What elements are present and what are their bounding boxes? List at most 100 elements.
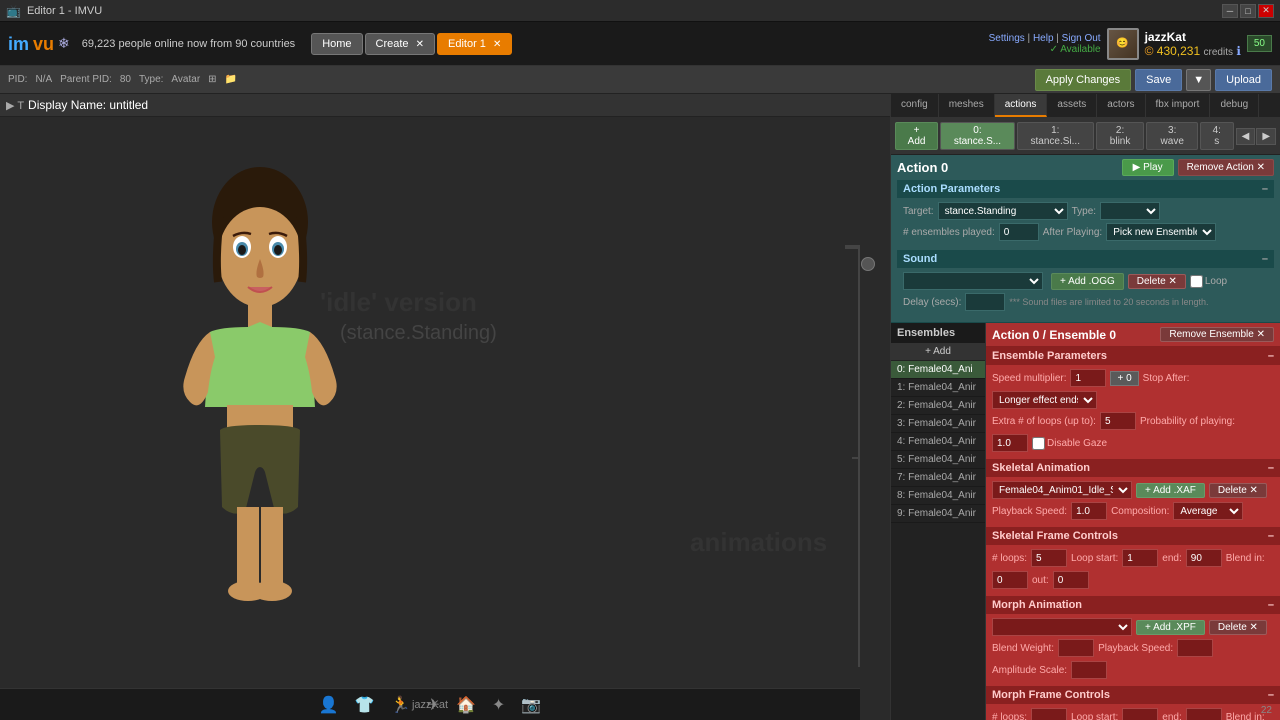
collapse-action-params[interactable]: – xyxy=(1262,183,1268,195)
ensemble-item-2[interactable]: 2: Female04_Anir xyxy=(891,397,985,415)
copy-icon[interactable]: ⊞ xyxy=(208,74,216,85)
settings-link[interactable]: Settings xyxy=(989,33,1025,44)
action-tab-3[interactable]: 3: wave xyxy=(1146,122,1197,150)
maximize-button[interactable]: □ xyxy=(1240,4,1256,18)
ensemble-item-0[interactable]: 0: Female04_Ani xyxy=(891,361,985,379)
folder-icon[interactable]: 📁 xyxy=(225,74,237,85)
amplitude-input[interactable] xyxy=(1071,661,1107,679)
delete-xaf-button[interactable]: Delete ✕ xyxy=(1209,483,1267,498)
help-link[interactable]: Help xyxy=(1033,33,1054,44)
collapse-morph-frame[interactable]: – xyxy=(1268,689,1274,701)
remove-action-button[interactable]: Remove Action ✕ xyxy=(1178,159,1274,176)
add-action-button[interactable]: + Add xyxy=(895,122,938,150)
morph-loop-start-input[interactable] xyxy=(1122,708,1158,720)
end-input[interactable] xyxy=(1186,549,1222,567)
skeletal-file-select[interactable]: Female04_Anim01_Idle_StandingNeutral xyxy=(992,481,1132,499)
blend-weight-input[interactable] xyxy=(1058,639,1094,657)
upload-button[interactable]: Upload xyxy=(1215,69,1272,91)
tab-meshes[interactable]: meshes xyxy=(939,94,995,117)
target-select[interactable]: stance.Standing xyxy=(938,202,1068,220)
delete-xpf-button[interactable]: Delete ✕ xyxy=(1209,620,1267,635)
collapse-ensemble-params[interactable]: – xyxy=(1268,350,1274,362)
stop-after-select[interactable]: Longer effect ends xyxy=(992,391,1097,409)
minimize-button[interactable]: ─ xyxy=(1222,4,1238,18)
ensemble-item-7[interactable]: 8: Female04_Anir xyxy=(891,487,985,505)
action-tab-1[interactable]: 1: stance.Si... xyxy=(1017,122,1094,150)
loop-checkbox[interactable] xyxy=(1190,275,1203,288)
ensemble-item-3[interactable]: 3: Female04_Anir xyxy=(891,415,985,433)
speed-mult-input[interactable] xyxy=(1070,369,1106,387)
play-button[interactable]: ▶ Play xyxy=(1122,159,1174,176)
morph-playback-input[interactable] xyxy=(1177,639,1213,657)
save-button[interactable]: Save xyxy=(1135,69,1182,91)
collapse-sound[interactable]: – xyxy=(1262,253,1268,265)
blend-in-input[interactable] xyxy=(992,571,1028,589)
morph-body: + Add .XPF Delete ✕ Blend Weight: Playba… xyxy=(986,614,1280,686)
collapse-skeletal-frame[interactable]: – xyxy=(1268,530,1274,542)
icon-shirt[interactable]: 👕 xyxy=(355,695,375,715)
icon-avatar2[interactable]: 🏃 xyxy=(391,695,411,715)
remove-ensemble-button[interactable]: Remove Ensemble ✕ xyxy=(1160,327,1274,342)
next-action-button[interactable]: ▶ xyxy=(1256,128,1276,145)
tab-fbximport[interactable]: fbx import xyxy=(1146,94,1211,117)
add-xaf-button[interactable]: + Add .XAF xyxy=(1136,483,1205,498)
credits-coin-icon: © xyxy=(1145,44,1154,58)
probability-input[interactable] xyxy=(992,434,1028,452)
loop-start-input[interactable] xyxy=(1122,549,1158,567)
out-input[interactable] xyxy=(1053,571,1089,589)
create-tab-close[interactable]: ✕ xyxy=(416,39,424,50)
ensemble-item-1[interactable]: 1: Female04_Anir xyxy=(891,379,985,397)
apply-changes-button[interactable]: Apply Changes xyxy=(1035,69,1132,91)
icon-camera[interactable]: 📷 xyxy=(521,695,541,715)
action-tab-2[interactable]: 2: blink xyxy=(1096,122,1145,150)
icon-person[interactable]: 👤 xyxy=(319,695,339,715)
tab-debug[interactable]: debug xyxy=(1210,94,1259,117)
type-select[interactable] xyxy=(1100,202,1160,220)
add-ensemble-button[interactable]: + Add xyxy=(891,343,985,361)
ensemble-params-header: Ensemble Parameters – xyxy=(986,347,1280,365)
add-ogg-button[interactable]: + Add .OGG xyxy=(1051,273,1124,290)
target-row: Target: stance.Standing Type: xyxy=(903,202,1268,220)
ensemble-item-6[interactable]: 7: Female04_Anir xyxy=(891,469,985,487)
morph-loops-input[interactable] xyxy=(1031,708,1067,720)
editor-tab[interactable]: Editor 1 ✕ xyxy=(437,33,512,55)
action-tab-4[interactable]: 4: s xyxy=(1200,122,1234,150)
credits-display: © 430,231 credits ℹ xyxy=(1145,44,1241,58)
tab-config[interactable]: config xyxy=(891,94,939,117)
icon-star[interactable]: ✦ xyxy=(492,695,505,715)
collapse-skeletal[interactable]: – xyxy=(1268,462,1274,474)
delete-sound-button[interactable]: Delete ✕ xyxy=(1128,274,1186,289)
sound-file-select[interactable] xyxy=(903,272,1043,290)
delay-input[interactable] xyxy=(965,293,1005,311)
action-controls: ▶ Play Remove Action ✕ xyxy=(1122,159,1274,176)
playback-speed-input[interactable] xyxy=(1071,502,1107,520)
home-button[interactable]: Home xyxy=(311,33,362,55)
after-playing-select[interactable]: Pick new Ensemble xyxy=(1106,223,1216,241)
tab-actions[interactable]: actions xyxy=(995,94,1048,117)
collapse-morph[interactable]: – xyxy=(1268,599,1274,611)
editor-tab-close[interactable]: ✕ xyxy=(493,39,501,50)
ensemble-item-8[interactable]: 9: Female04_Anir xyxy=(891,505,985,523)
signout-link[interactable]: Sign Out xyxy=(1062,33,1101,44)
morph-file-select[interactable] xyxy=(992,618,1132,636)
loops-input[interactable] xyxy=(1100,412,1136,430)
icon-home[interactable]: 🏠 xyxy=(456,695,476,715)
skeletal-loops-input[interactable] xyxy=(1031,549,1067,567)
close-button[interactable]: ✕ xyxy=(1258,4,1274,18)
composition-select[interactable]: Average xyxy=(1173,502,1243,520)
expand-icon[interactable]: ▶ T xyxy=(6,99,24,112)
tab-actors[interactable]: actors xyxy=(1097,94,1145,117)
prev-action-button[interactable]: ◀ xyxy=(1236,128,1256,145)
ensembles-played-input[interactable] xyxy=(999,223,1039,241)
morph-end-input[interactable] xyxy=(1186,708,1222,720)
create-button[interactable]: Create ✕ xyxy=(365,33,435,55)
credits-info-icon[interactable]: ℹ xyxy=(1236,44,1241,58)
save-dropdown-button[interactable]: ▼ xyxy=(1186,69,1211,91)
add-xpf-button[interactable]: + Add .XPF xyxy=(1136,620,1205,635)
tab-assets[interactable]: assets xyxy=(1047,94,1097,117)
action-tab-0[interactable]: 0: stance.S... xyxy=(940,122,1015,150)
ensemble-item-5[interactable]: 5: Female04_Anir xyxy=(891,451,985,469)
ensemble-item-4[interactable]: 4: Female04_Anir xyxy=(891,433,985,451)
disable-gaze-checkbox[interactable] xyxy=(1032,437,1045,450)
add-zero-button[interactable]: + 0 xyxy=(1110,371,1138,386)
